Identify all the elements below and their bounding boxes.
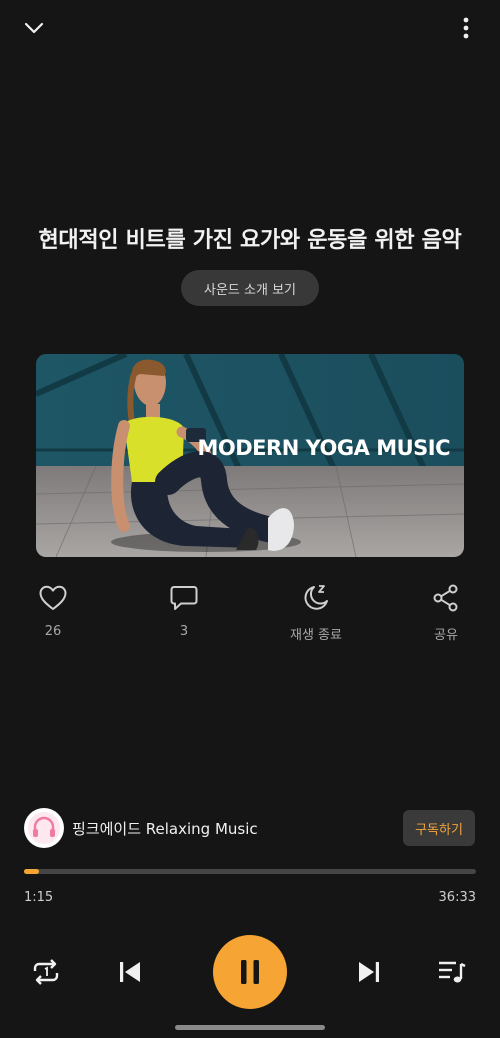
share-icon xyxy=(401,578,491,618)
collapse-chevron-down-icon[interactable] xyxy=(18,14,50,42)
more-options-icon[interactable] xyxy=(452,12,480,44)
progress-bar[interactable] xyxy=(24,869,476,874)
album-artwork: MODERN YOGA MUSIC xyxy=(36,354,464,557)
headphones-logo-icon xyxy=(28,812,60,844)
like-count: 26 xyxy=(44,624,62,639)
next-track-icon[interactable] xyxy=(349,952,389,992)
subscribe-button[interactable]: 구독하기 xyxy=(403,810,475,846)
playlist-icon[interactable] xyxy=(432,952,472,992)
moon-icon xyxy=(271,578,361,618)
artwork-overlay-text: MODERN YOGA MUSIC xyxy=(197,436,451,460)
heart-icon xyxy=(8,578,98,618)
pause-button[interactable] xyxy=(213,935,287,1009)
total-time: 36:33 xyxy=(438,890,476,905)
comment-icon xyxy=(139,578,229,618)
share-label: 공유 xyxy=(434,628,458,643)
comment-count: 3 xyxy=(179,624,189,639)
channel-name[interactable]: 핑크에이드 Relaxing Music xyxy=(72,818,258,839)
share-action[interactable]: 공유 xyxy=(401,578,491,643)
previous-track-icon[interactable] xyxy=(110,952,150,992)
track-title: 현대적인 비트를 가진 요가와 운동을 위한 음악 xyxy=(38,228,462,253)
repeat-icon[interactable] xyxy=(26,952,66,992)
progress-fill xyxy=(24,869,40,874)
comment-action[interactable]: 3 xyxy=(139,578,229,639)
channel-avatar[interactable] xyxy=(24,808,64,848)
pause-icon xyxy=(241,960,259,984)
sleep-timer-label: 재생 종료 xyxy=(290,628,342,643)
home-indicator xyxy=(175,1025,325,1030)
sleep-timer-action[interactable]: 재생 종료 xyxy=(271,578,361,643)
sound-intro-button[interactable]: 사운드 소개 보기 xyxy=(181,270,319,306)
like-action[interactable]: 26 xyxy=(8,578,98,639)
current-time: 1:15 xyxy=(24,890,54,905)
